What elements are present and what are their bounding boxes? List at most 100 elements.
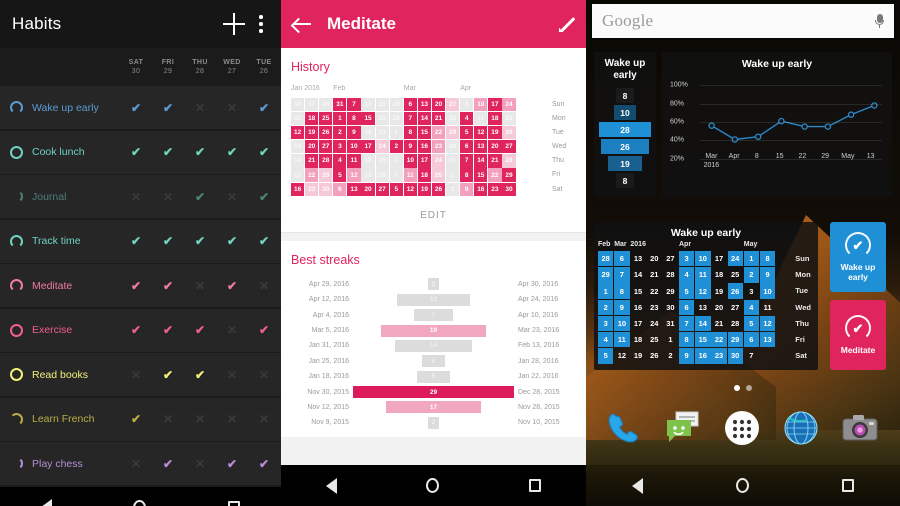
history-cell[interactable]: 13 (474, 140, 488, 154)
history-cell[interactable]: 20 (305, 140, 319, 154)
messaging-icon[interactable] (663, 408, 705, 450)
history-cell[interactable] (517, 98, 530, 111)
history-cell[interactable]: 12 (347, 168, 361, 182)
history-cell[interactable]: 1 (389, 126, 403, 140)
history-cell[interactable]: 18 (361, 154, 375, 168)
history-cell[interactable]: 24 (431, 154, 446, 168)
habit-mark-3[interactable]: ✕ (216, 369, 248, 381)
calendar-cell[interactable]: 1 (743, 251, 760, 267)
habit-mark-1[interactable]: ✔ (152, 458, 184, 470)
history-cell[interactable] (531, 98, 544, 111)
history-cell[interactable]: 21 (305, 154, 319, 168)
calendar-cell[interactable]: 6 (743, 331, 760, 348)
history-cell[interactable]: 6 (460, 140, 474, 154)
calendar-cell[interactable]: 10 (614, 315, 630, 332)
history-cell[interactable]: 12 (474, 126, 488, 140)
history-cell[interactable]: 15 (474, 168, 488, 182)
history-cell[interactable]: 6 (333, 182, 347, 196)
history-cell[interactable]: 24 (319, 98, 333, 112)
history-cell[interactable]: 27 (375, 182, 389, 196)
habit-mark-2[interactable]: ✕ (184, 413, 216, 425)
pencil-icon[interactable] (557, 16, 574, 33)
history-cell[interactable]: 23 (431, 140, 446, 154)
calendar-cell[interactable]: 1 (598, 283, 614, 299)
habit-mark-3[interactable]: ✔ (216, 146, 248, 158)
nav-back-icon[interactable] (632, 477, 644, 494)
history-cell[interactable]: 31 (446, 154, 460, 168)
habit-mark-0[interactable]: ✕ (120, 458, 152, 470)
history-cell[interactable] (517, 112, 530, 125)
calendar-cell[interactable]: 22 (711, 331, 727, 348)
habit-mark-0[interactable]: ✔ (120, 413, 152, 425)
history-cell[interactable]: 4 (460, 112, 474, 126)
history-cell[interactable]: 17 (417, 154, 432, 168)
habit-mark-0[interactable]: ✕ (120, 191, 152, 203)
history-cell[interactable]: 18 (305, 112, 319, 126)
habit-mark-1[interactable]: ✕ (152, 413, 184, 425)
calendar-cell[interactable]: 3 (678, 251, 695, 267)
calendar-cell[interactable]: 15 (695, 331, 711, 348)
google-search-bar[interactable]: Google (592, 4, 894, 38)
calendar-widget[interactable]: Wake up early Feb Mar 2016 Apr May 28 6 13 20 27… (594, 222, 818, 370)
calendar-cell[interactable]: 21 (711, 316, 726, 331)
history-cell[interactable]: 11 (474, 112, 488, 126)
bar-widget[interactable]: Wake up early 8 10 28 26 19 8 (594, 52, 656, 197)
calendar-cell[interactable] (776, 300, 791, 315)
calendar-cell[interactable]: 10 (695, 251, 711, 267)
history-cell[interactable]: 23 (488, 182, 502, 196)
history-cell[interactable]: 2 (389, 140, 403, 154)
page-dot-1[interactable] (746, 385, 752, 391)
calendar-cell[interactable]: 5 (598, 348, 614, 364)
calendar-cell[interactable]: 2 (743, 267, 760, 283)
habit-mark-2[interactable]: ✔ (184, 146, 216, 158)
history-cell[interactable]: 8 (460, 168, 474, 182)
habit-mark-4[interactable]: ✔ (248, 102, 280, 114)
habit-mark-0[interactable]: ✔ (120, 324, 152, 336)
history-cell[interactable]: 8 (403, 126, 417, 140)
history-cell[interactable]: 13 (291, 140, 305, 154)
history-cell[interactable]: 25 (319, 112, 333, 126)
calendar-cell[interactable]: 28 (598, 251, 614, 267)
more-vertical-icon[interactable] (259, 14, 263, 34)
edit-button[interactable]: EDIT (291, 197, 576, 232)
calendar-cell[interactable] (776, 348, 791, 363)
history-cell[interactable] (531, 112, 544, 125)
calendar-cell[interactable] (776, 316, 791, 331)
history-cell[interactable]: 19 (417, 182, 432, 196)
calendar-cell[interactable]: 11 (695, 267, 711, 283)
history-cell[interactable] (531, 126, 544, 139)
page-dot-0[interactable] (734, 385, 740, 391)
habit-mark-3[interactable]: ✕ (216, 102, 248, 114)
history-cell[interactable]: 15 (417, 126, 432, 140)
history-cell[interactable]: 28 (389, 98, 403, 112)
calendar-cell[interactable]: 9 (614, 299, 630, 315)
history-cell[interactable] (517, 126, 530, 139)
history-cell[interactable]: 10 (474, 98, 488, 112)
calendar-cell[interactable]: 5 (743, 315, 760, 332)
habit-mark-4[interactable]: ✕ (248, 369, 280, 381)
calendar-cell[interactable]: 22 (647, 283, 662, 298)
calendar-cell[interactable]: 7 (614, 267, 630, 283)
calendar-cell[interactable]: 6 (678, 299, 695, 315)
history-cell[interactable]: 6 (403, 98, 417, 112)
calendar-cell[interactable]: 16 (695, 348, 711, 364)
habit-mark-2[interactable]: ✔ (184, 324, 216, 336)
history-cell[interactable]: 24 (502, 98, 516, 112)
history-cell[interactable]: 30 (319, 182, 333, 196)
habit-mark-2[interactable]: ✔ (184, 235, 216, 247)
chart-widget[interactable]: Wake up early Mar 2016 Apr 8 15 22 29 May 13 20%… (662, 52, 892, 197)
history-cell[interactable]: 14 (474, 154, 488, 168)
history-cell[interactable]: 28 (446, 112, 460, 126)
habit-mark-4[interactable]: ✔ (248, 324, 280, 336)
nav-back-icon[interactable] (40, 499, 52, 506)
habit-mark-4[interactable]: ✔ (248, 235, 280, 247)
history-cell[interactable]: 3 (460, 98, 474, 112)
history-cell[interactable]: 12 (291, 126, 305, 140)
calendar-cell[interactable]: 29 (663, 283, 678, 298)
habit-mark-3[interactable]: ✕ (216, 324, 248, 336)
calendar-cell[interactable]: 12 (695, 283, 711, 299)
history-cell[interactable]: 28 (319, 154, 333, 168)
phone-icon[interactable] (604, 408, 646, 450)
history-cell[interactable]: 26 (431, 182, 446, 196)
history-cell[interactable]: 14 (417, 112, 432, 126)
